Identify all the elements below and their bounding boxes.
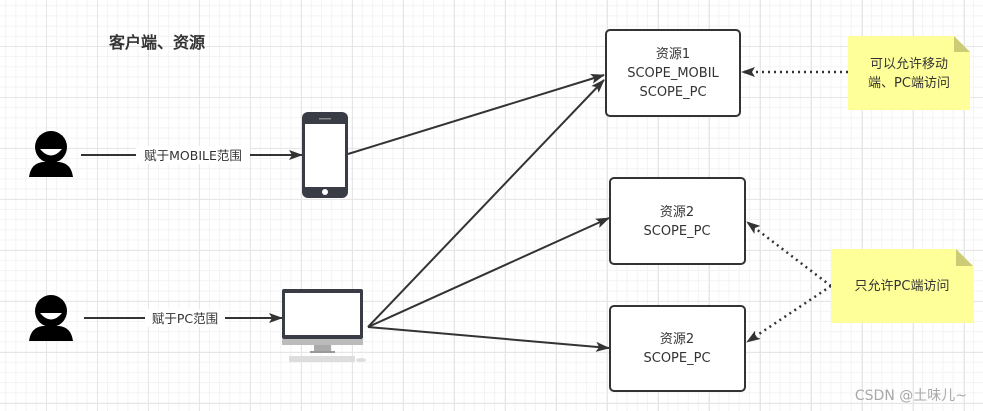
note-2-text: 只允许PC端访问 — [855, 278, 950, 294]
resource-box-1[interactable]: 资源1 SCOPE_MOBIL SCOPE_PC — [605, 29, 741, 117]
diagram-canvas: 客户端、资源 赋于MOBILE范围 赋于PC范围 资源1 SCOPE_MOBIL… — [0, 0, 983, 411]
desktop-computer-icon — [282, 289, 366, 362]
diagram-title: 客户端、资源 — [109, 33, 205, 52]
resource-1-scope-mobile: SCOPE_MOBIL — [627, 66, 719, 81]
note-1-line-1: 可以允许移动 — [870, 56, 948, 72]
resource-box-3[interactable]: 资源2 SCOPE_PC — [609, 305, 746, 392]
resource-1-name: 资源1 — [656, 47, 690, 62]
arrow-pc-to-resource1 — [367, 79, 605, 328]
mobile-scope-label: 赋于MOBILE范围 — [144, 148, 242, 163]
dotted-arrow-note2-to-resource2 — [746, 221, 832, 287]
resource-2-scope: SCOPE_PC — [643, 224, 710, 239]
user-icon-pc — [29, 295, 73, 341]
resource-box-2[interactable]: 资源2 SCOPE_PC — [609, 177, 746, 265]
resource-1-scope-pc: SCOPE_PC — [639, 85, 706, 100]
arrow-pc-to-resource2 — [367, 217, 610, 328]
resource-3-name: 资源2 — [660, 332, 694, 347]
dotted-arrow-note2-to-resource3 — [746, 284, 832, 344]
phone-icon — [302, 112, 348, 198]
pc-scope-label: 赋于PC范围 — [152, 311, 218, 326]
note-1-line-2: 端、PC端访问 — [868, 76, 950, 91]
watermark: CSDN @土味儿~ — [855, 388, 967, 404]
diagram-svg: 客户端、资源 赋于MOBILE范围 赋于PC范围 资源1 SCOPE_MOBIL… — [29, 29, 973, 404]
arrow-pc-to-resource3 — [367, 326, 610, 352]
resource-2-name: 资源2 — [660, 205, 694, 220]
resource-3-scope: SCOPE_PC — [643, 351, 710, 366]
user-icon-mobile — [29, 131, 73, 177]
note-mobile-pc[interactable]: 可以允许移动 端、PC端访问 — [848, 36, 970, 110]
arrow-phone-to-resource1 — [347, 74, 605, 155]
note-pc-only[interactable]: 只允许PC端访问 — [831, 249, 973, 323]
